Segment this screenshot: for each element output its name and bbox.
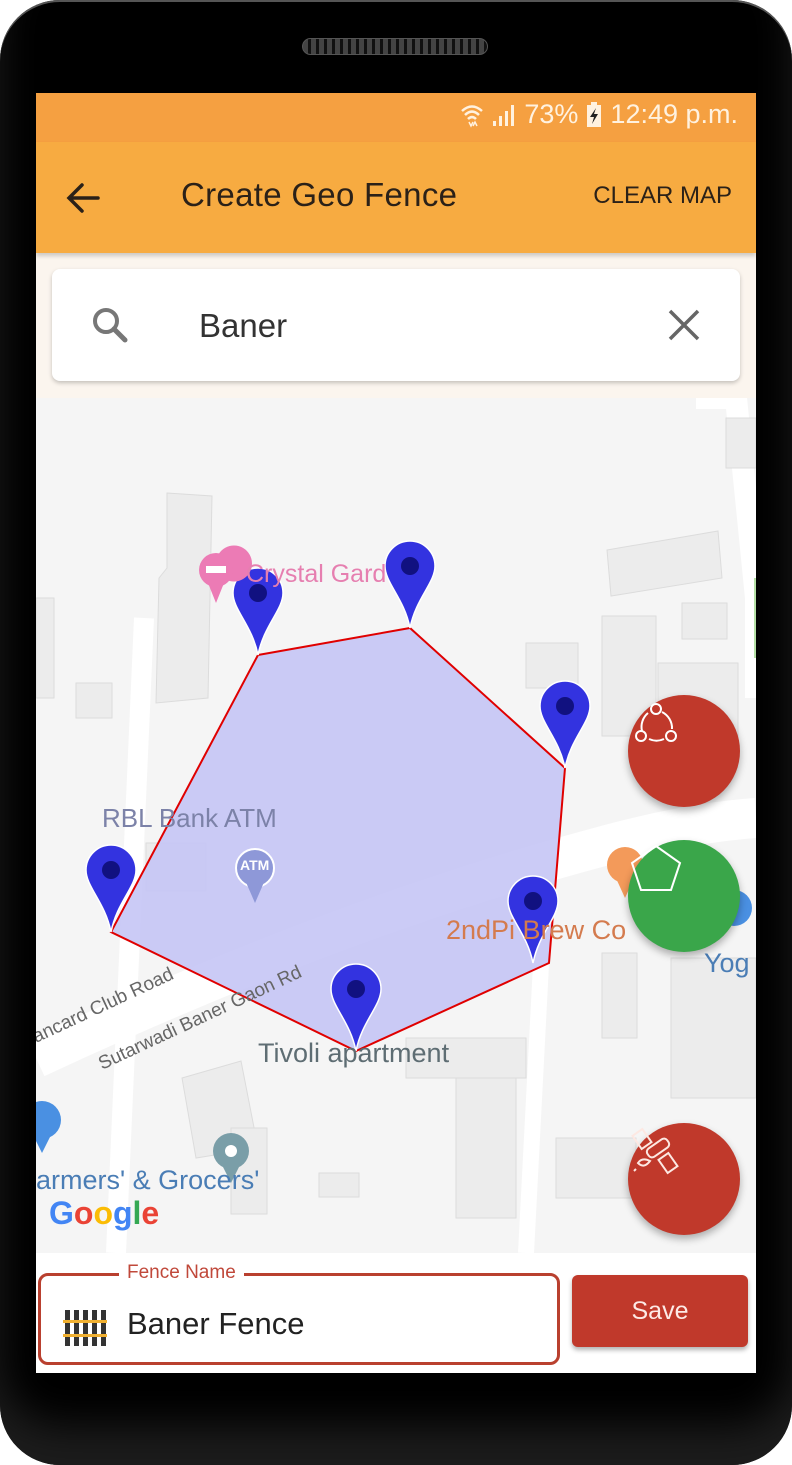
atm-badge-label: ATM — [240, 857, 270, 873]
signal-icon — [493, 104, 515, 126]
close-icon[interactable] — [664, 305, 704, 345]
satellite-icon — [631, 1127, 679, 1175]
app-screen: 73% 12:49 p.m. Create Geo Fence CLEAR MA… — [36, 93, 756, 1373]
yog-label: Yog — [704, 948, 750, 978]
phone-frame: 73% 12:49 p.m. Create Geo Fence CLEAR MA… — [0, 0, 792, 1465]
save-button[interactable]: Save — [572, 1275, 748, 1347]
pentagon-icon — [630, 844, 682, 891]
map-building — [155, 492, 213, 704]
fence-vertex-marker[interactable] — [384, 540, 436, 629]
map-building — [606, 530, 723, 597]
wifi-icon — [461, 104, 484, 128]
page-title: Create Geo Fence — [181, 176, 458, 213]
clock: 12:49 p.m. — [610, 99, 738, 129]
fence-icon — [63, 1310, 107, 1346]
battery-charging-icon — [587, 101, 602, 127]
back-button[interactable] — [62, 176, 106, 220]
map-building — [318, 1172, 360, 1198]
atm-place-label: RBL Bank ATM — [102, 803, 277, 833]
search-icon[interactable] — [88, 303, 132, 347]
restaurant-label: 2ndPi Brew Co — [446, 915, 627, 945]
search-input[interactable] — [197, 297, 641, 355]
google-logo: Google — [49, 1195, 160, 1231]
polygon-mode-button[interactable] — [628, 840, 740, 952]
apartment-label: Tivoli apartment — [258, 1038, 450, 1068]
map-park — [754, 578, 756, 658]
hotel-label: Crystal Gard — [246, 560, 387, 588]
grocer-label: armers' & Grocers' — [36, 1165, 260, 1195]
bottom-panel: Fence Name Save — [36, 1253, 756, 1373]
earpiece-speaker — [302, 38, 488, 55]
shopping-poi-icon[interactable] — [36, 1101, 61, 1153]
map-building — [681, 602, 728, 640]
search-bar — [52, 269, 740, 381]
status-bar: 73% 12:49 p.m. — [36, 93, 756, 142]
share-nodes-icon — [635, 703, 677, 742]
map-building — [601, 952, 638, 1039]
fence-name-label: Fence Name — [119, 1262, 244, 1284]
map-view[interactable]: ancard Club Road Sutarwadi Baner Gaon Rd… — [36, 398, 756, 1253]
map-building — [670, 957, 756, 1099]
clear-map-button[interactable]: CLEAR MAP — [593, 182, 732, 210]
map-building — [36, 597, 55, 699]
fence-name-field: Fence Name — [38, 1262, 560, 1365]
share-fence-button[interactable] — [628, 695, 740, 807]
battery-percent: 73% — [524, 99, 579, 129]
satellite-view-button[interactable] — [628, 1123, 740, 1235]
fence-name-input[interactable] — [125, 1298, 549, 1350]
map-building — [555, 1137, 637, 1199]
arrow-back-icon — [66, 183, 100, 213]
map-building — [725, 417, 756, 469]
app-bar: Create Geo Fence CLEAR MAP — [36, 142, 756, 253]
map-building — [75, 682, 113, 719]
search-area — [36, 253, 756, 398]
map-building — [455, 1057, 517, 1219]
